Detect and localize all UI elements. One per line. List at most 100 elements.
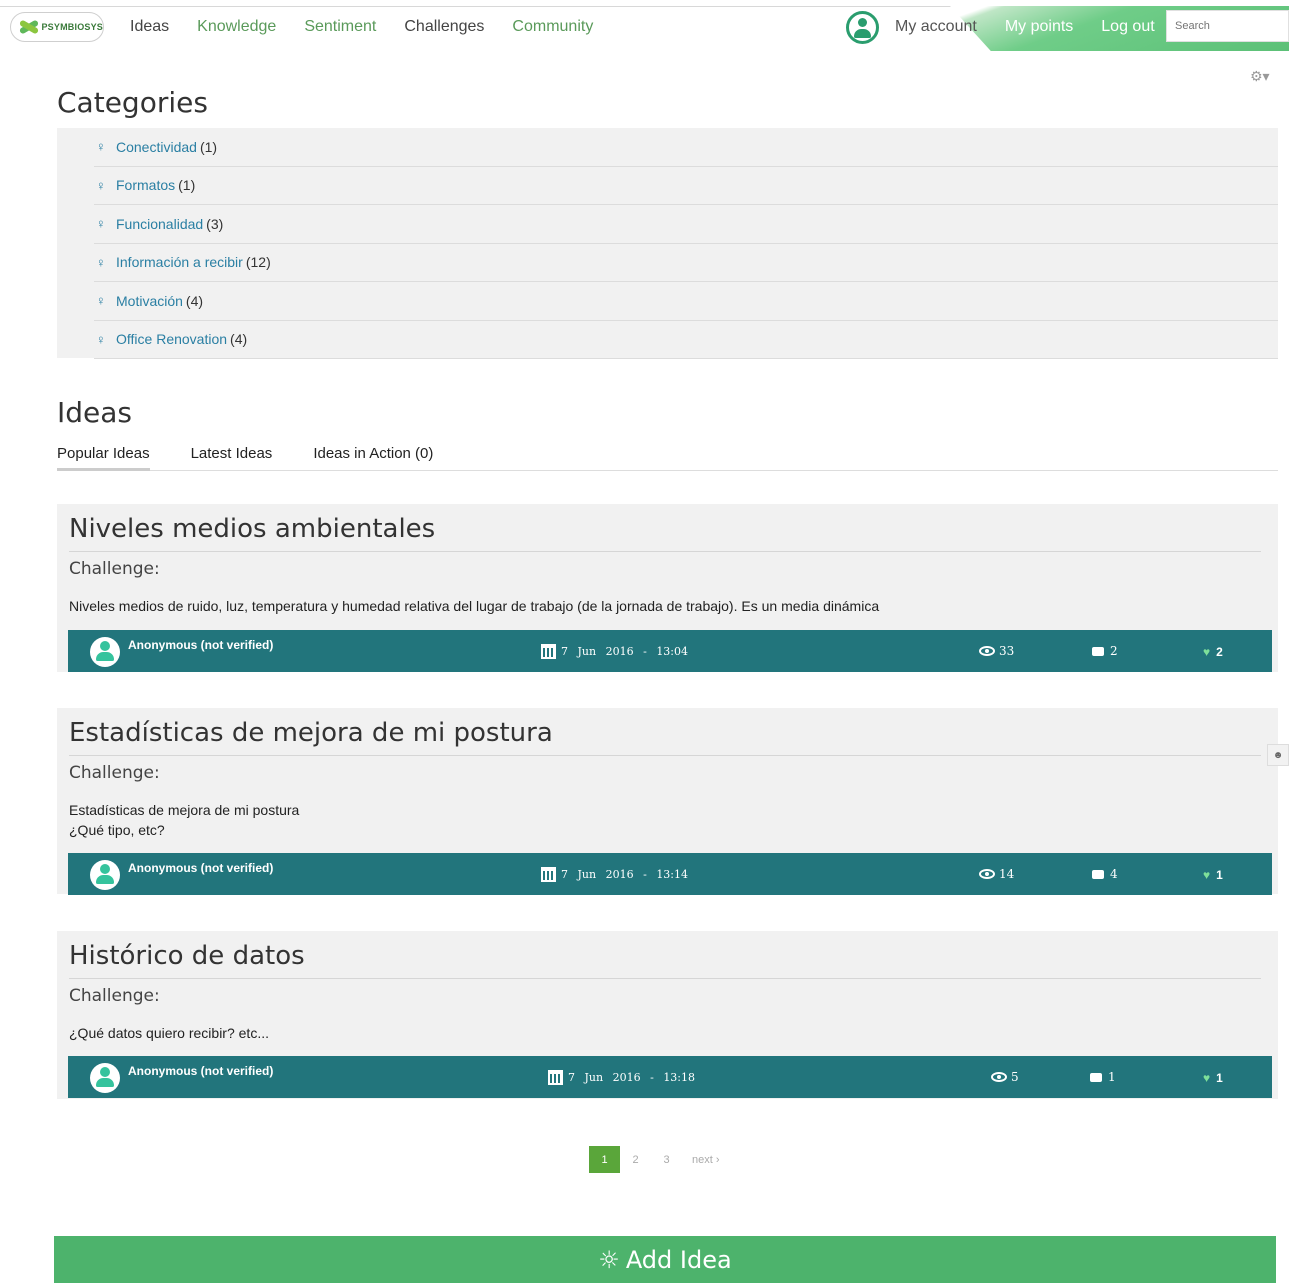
comments-count[interactable]: 4 [1092, 867, 1118, 881]
category-item[interactable]: ♀ Office Renovation (4) [94, 321, 1278, 359]
date-separator: - [643, 868, 647, 881]
views-count: 14 [979, 867, 1014, 881]
next-page-link[interactable]: next › [682, 1146, 720, 1173]
comment-icon [1092, 647, 1104, 656]
challenge-label: Challenge: [69, 986, 160, 1006]
nav-item-community[interactable]: Community [512, 18, 593, 36]
category-name[interactable]: Información a recibir [116, 254, 243, 270]
comments-count[interactable]: 2 [1092, 644, 1118, 658]
idea-card: Estadísticas de mejora de mi postura Cha… [57, 708, 1278, 895]
nav-item-ideas[interactable]: Ideas [130, 18, 169, 36]
likes-count[interactable]: ♥ 1 [1203, 868, 1223, 882]
side-panel-toggle-icon[interactable]: ☻ [1267, 744, 1289, 766]
idea-meta-bar: Anonymous (not verified) 7 Jun 2016 - 13… [68, 1056, 1272, 1098]
category-item[interactable]: ♀ Información a recibir (12) [94, 244, 1278, 282]
settings-gear-icon[interactable]: ⚙▾ [1250, 68, 1270, 85]
likes-count[interactable]: ♥ 2 [1203, 645, 1223, 659]
idea-title[interactable]: Niveles medios ambientales [69, 514, 435, 544]
category-name[interactable]: Office Renovation [116, 331, 227, 347]
date-separator: - [643, 645, 647, 658]
calendar-icon [541, 867, 556, 882]
idea-title[interactable]: Histórico de datos [69, 941, 305, 971]
lightbulb-icon: ☼ [598, 1245, 620, 1274]
category-count: (3) [206, 215, 224, 232]
comments-value: 2 [1110, 644, 1118, 658]
user-links: My account My points Log out [895, 18, 1155, 36]
main-nav: Ideas Knowledge Sentiment Challenges Com… [130, 18, 593, 36]
user-avatar-icon[interactable] [846, 11, 879, 44]
category-item[interactable]: ♀ Formatos (1) [94, 167, 1278, 205]
comment-icon [1092, 870, 1104, 879]
lightbulb-icon: ♀ [96, 293, 106, 309]
category-count: (1) [178, 177, 196, 194]
category-name[interactable]: Formatos [116, 177, 175, 193]
idea-date: 7 Jun 2016 - 13:18 [568, 1071, 695, 1084]
date-month: Jun [577, 645, 597, 658]
my-points-link[interactable]: My points [1005, 18, 1073, 36]
challenge-label: Challenge: [69, 559, 160, 579]
likes-count[interactable]: ♥ 1 [1203, 1071, 1223, 1085]
divider [69, 978, 1261, 979]
lightbulb-icon: ♀ [96, 139, 106, 155]
tab-popular-ideas[interactable]: Popular Ideas [57, 440, 150, 471]
category-name[interactable]: Conectividad [116, 139, 197, 155]
date-separator: - [650, 1071, 654, 1084]
psymbiosys-logo[interactable]: PSYMBIOSYS [10, 12, 104, 42]
date-year: 2016 [605, 868, 634, 881]
date-day: 7 [561, 868, 568, 881]
idea-body: ¿Qué datos quiero recibir? etc... [69, 1025, 269, 1041]
lightbulb-icon: ♀ [96, 254, 106, 270]
idea-card: Histórico de datos Challenge: ¿Qué datos… [57, 931, 1278, 1099]
comments-count[interactable]: 1 [1090, 1070, 1116, 1084]
date-time: 13:18 [663, 1071, 696, 1084]
idea-body-line: ¿Qué tipo, etc? [69, 822, 165, 838]
calendar-icon [541, 644, 556, 659]
date-month: Jun [584, 1071, 604, 1084]
idea-title[interactable]: Estadísticas de mejora de mi postura [69, 718, 553, 748]
tab-ideas-in-action[interactable]: Ideas in Action (0) [313, 440, 433, 471]
eye-icon [979, 646, 995, 656]
date-day: 7 [561, 645, 568, 658]
categories-title: Categories [57, 86, 208, 119]
page-3-button[interactable]: 3 [651, 1146, 682, 1173]
tab-latest-ideas[interactable]: Latest Ideas [191, 440, 273, 471]
category-item[interactable]: ♀ Funcionalidad (3) [94, 205, 1278, 244]
eye-icon [979, 869, 995, 879]
idea-meta-bar: Anonymous (not verified) 7 Jun 2016 - 13… [68, 630, 1272, 672]
category-count: (4) [185, 292, 204, 309]
category-name[interactable]: Funcionalidad [116, 216, 203, 232]
my-account-link[interactable]: My account [895, 18, 977, 36]
date-day: 7 [568, 1071, 575, 1084]
page-1-button[interactable]: 1 [589, 1146, 620, 1173]
divider [69, 551, 1261, 552]
search-input[interactable] [1166, 10, 1289, 42]
categories-list: ♀ Conectividad (1) ♀ Formatos (1) ♀ Func… [57, 128, 1278, 359]
author-name[interactable]: Anonymous (not verified) [128, 861, 273, 875]
ideas-title: Ideas [57, 396, 133, 429]
idea-date: 7 Jun 2016 - 13:04 [561, 645, 688, 658]
author-name[interactable]: Anonymous (not verified) [128, 638, 273, 652]
heart-icon: ♥ [1203, 1071, 1211, 1085]
nav-item-sentiment[interactable]: Sentiment [304, 18, 376, 36]
category-item[interactable]: ♀ Motivación (4) [94, 282, 1278, 321]
page-2-button[interactable]: 2 [620, 1146, 651, 1173]
views-value: 5 [1011, 1070, 1019, 1084]
idea-card: Niveles medios ambientales Challenge: Ni… [57, 504, 1278, 672]
category-item[interactable]: ♀ Conectividad (1) [94, 128, 1278, 167]
author-avatar-icon [90, 1063, 120, 1093]
divider [69, 755, 1261, 756]
comments-value: 1 [1108, 1070, 1116, 1084]
date-time: 13:04 [656, 645, 689, 658]
logout-link[interactable]: Log out [1101, 18, 1154, 36]
likes-value: 1 [1216, 1071, 1223, 1085]
nav-item-knowledge[interactable]: Knowledge [197, 18, 276, 36]
date-year: 2016 [605, 645, 634, 658]
likes-value: 1 [1216, 868, 1223, 882]
lightbulb-icon: ♀ [96, 216, 106, 232]
add-idea-button[interactable]: ☼ Add Idea [54, 1236, 1276, 1283]
author-avatar-icon [90, 637, 120, 667]
views-count: 5 [991, 1070, 1019, 1084]
category-name[interactable]: Motivación [116, 293, 183, 309]
nav-item-challenges[interactable]: Challenges [404, 18, 484, 36]
author-name[interactable]: Anonymous (not verified) [128, 1064, 273, 1078]
